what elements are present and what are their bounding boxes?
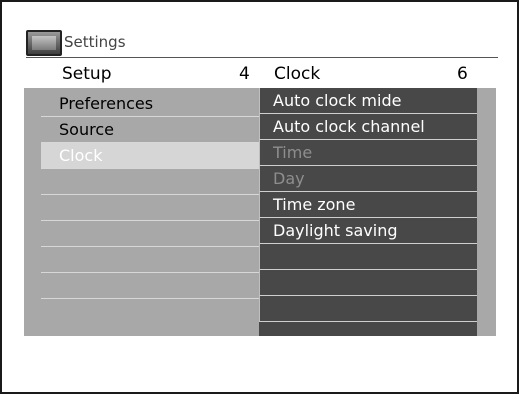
submenu-item-auto-clock-channel[interactable]: Auto clock channel: [259, 114, 477, 140]
left-menu-item-empty: [41, 195, 259, 221]
left-menu-item-clock[interactable]: Clock: [41, 143, 259, 169]
left-menu-item-source[interactable]: Source: [41, 117, 259, 143]
tv-icon: [26, 30, 62, 56]
left-menu-item-empty: [41, 221, 259, 247]
submenu-item-empty: [259, 244, 477, 270]
right-column-count: 6: [457, 64, 468, 84]
right-column-title: Clock: [274, 64, 321, 84]
left-menu-item-preferences[interactable]: Preferences: [41, 91, 259, 117]
submenu-item-time-zone[interactable]: Time zone: [259, 192, 477, 218]
left-column-title: Setup: [62, 64, 112, 84]
clock-submenu-list: Auto clock mide Auto clock channel Time …: [259, 88, 477, 336]
menu-title: Settings: [64, 33, 126, 51]
submenu-item-daylight-saving[interactable]: Daylight saving: [259, 218, 477, 244]
left-menu-item-empty: [41, 169, 259, 195]
left-menu-list: Preferences Source Clock: [41, 91, 259, 299]
header-divider: [26, 57, 498, 58]
left-column-count: 4: [239, 64, 250, 84]
left-menu-item-empty: [41, 247, 259, 273]
submenu-item-empty: [259, 270, 477, 296]
submenu-item-time: Time: [259, 140, 477, 166]
submenu-item-day: Day: [259, 166, 477, 192]
left-menu-item-empty: [41, 273, 259, 299]
submenu-item-auto-clock-mode[interactable]: Auto clock mide: [259, 88, 477, 114]
submenu-item-empty: [259, 296, 477, 322]
